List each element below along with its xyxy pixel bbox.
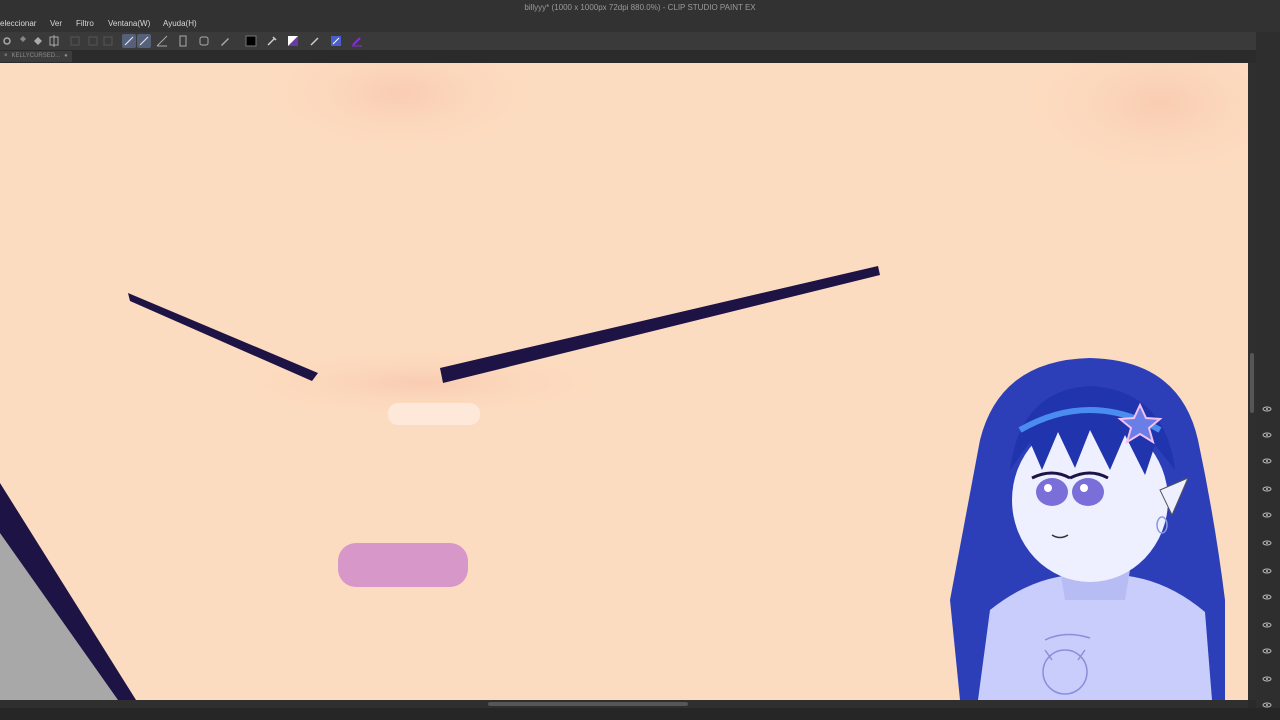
horizontal-scrollbar[interactable] xyxy=(0,700,1248,708)
modified-dot-icon: ● xyxy=(64,53,68,59)
brush-purple-icon[interactable] xyxy=(350,34,364,48)
menu-item-window[interactable]: Ventana(W) xyxy=(108,16,150,32)
layer-visibility-eye-icon[interactable] xyxy=(1262,406,1272,412)
layer-visibility-eye-icon[interactable] xyxy=(1262,512,1272,518)
horizontal-scroll-thumb[interactable] xyxy=(488,702,688,706)
brush-tool-icon[interactable] xyxy=(137,34,151,48)
layer-visibility-eye-icon[interactable] xyxy=(1262,676,1272,682)
layer-visibility-eye-icon[interactable] xyxy=(1262,432,1272,438)
redo-icon[interactable] xyxy=(31,34,45,48)
vertical-scroll-thumb[interactable] xyxy=(1250,353,1254,413)
layer-visibility-eye-icon[interactable] xyxy=(1262,568,1272,574)
menu-item-filter[interactable]: Filtro xyxy=(76,16,94,32)
document-tab[interactable]: × KELLYCURSED... ● xyxy=(0,51,72,62)
pen-tool-icon[interactable] xyxy=(122,34,136,48)
color-swatch-icon[interactable] xyxy=(244,34,258,48)
invert-icon[interactable] xyxy=(286,34,300,48)
menu-item-view[interactable]: Ver xyxy=(50,16,62,32)
status-bar xyxy=(0,708,1280,720)
pencil-icon[interactable] xyxy=(308,34,322,48)
document-tab-bar: × KELLYCURSED... ● xyxy=(0,50,1280,63)
window-title-bar: billyyy* (1000 x 1000px 72dpi 880.0%) - … xyxy=(0,0,1280,16)
reference-icon[interactable] xyxy=(197,34,211,48)
document-tab-label: KELLYCURSED... xyxy=(11,53,61,59)
layer-icon[interactable] xyxy=(176,34,190,48)
layer-visibility-eye-icon[interactable] xyxy=(1262,458,1272,464)
streamer-avatar-overlay xyxy=(950,358,1225,700)
pen-icon[interactable] xyxy=(218,34,232,48)
layer-panel-strip xyxy=(1256,32,1280,720)
selection-invert-icon[interactable] xyxy=(101,34,115,48)
menu-bar: eleccionar Ver Filtro Ventana(W) Ayuda(H… xyxy=(0,16,1280,32)
settings-icon[interactable] xyxy=(0,34,14,48)
selection-icon[interactable] xyxy=(68,34,82,48)
ruler-icon[interactable] xyxy=(155,34,169,48)
transform-icon[interactable] xyxy=(47,34,61,48)
command-toolbar xyxy=(0,32,1280,50)
menu-item-select[interactable]: eleccionar xyxy=(0,16,36,32)
selection-clear-icon[interactable] xyxy=(86,34,100,48)
window-title: billyyy* (1000 x 1000px 72dpi 880.0%) - … xyxy=(524,3,756,12)
layer-visibility-eye-icon[interactable] xyxy=(1262,486,1272,492)
eyedropper-icon[interactable] xyxy=(265,34,279,48)
layer-visibility-eye-icon[interactable] xyxy=(1262,540,1272,546)
close-icon[interactable]: × xyxy=(4,51,8,62)
layer-visibility-eye-icon[interactable] xyxy=(1262,622,1272,628)
menu-item-help[interactable]: Ayuda(H) xyxy=(163,16,197,32)
fill-icon[interactable] xyxy=(329,34,343,48)
layer-visibility-eye-icon[interactable] xyxy=(1262,648,1272,654)
layer-visibility-eye-icon[interactable] xyxy=(1262,594,1272,600)
undo-icon[interactable] xyxy=(16,34,30,48)
